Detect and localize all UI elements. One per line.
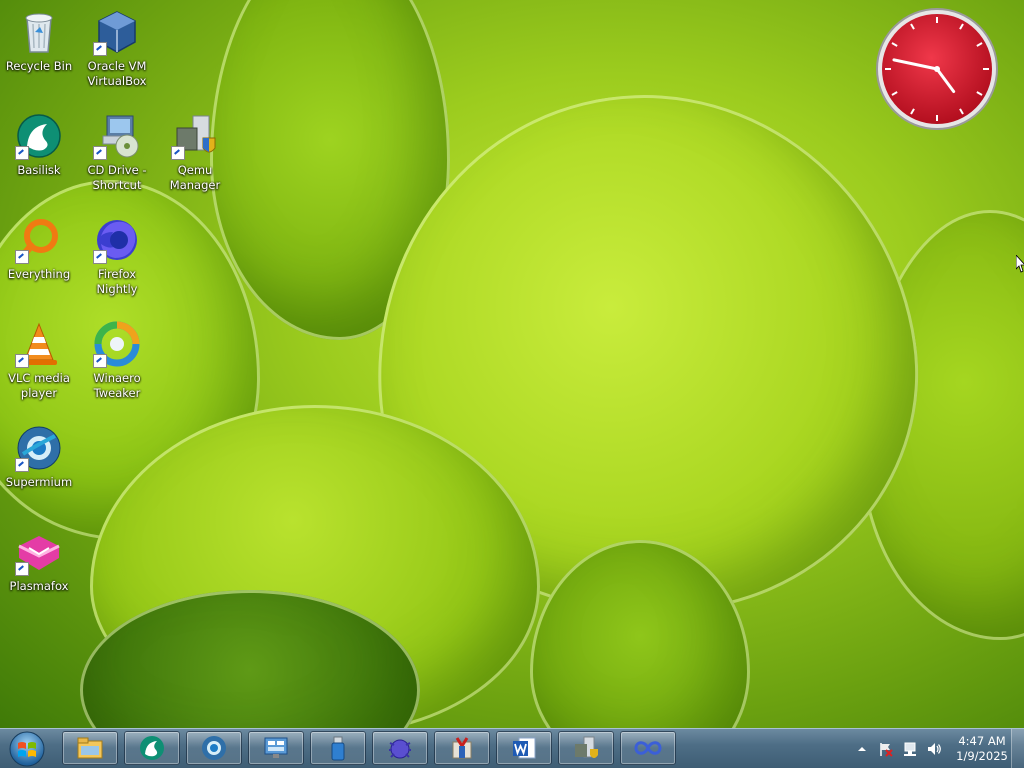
mouse-cursor-icon: [1016, 255, 1024, 273]
virtualbox-icon: [93, 8, 141, 56]
desktop-icon-winaero-tweaker[interactable]: Winaero Tweaker: [79, 320, 155, 401]
icon-label: Supermium: [5, 475, 73, 489]
icon-label: VLC media player: [8, 371, 70, 400]
icon-label: Everything: [7, 267, 71, 281]
icon-label: Recycle Bin: [5, 59, 73, 73]
network-icon[interactable]: [902, 741, 918, 757]
volume-icon[interactable]: [926, 741, 942, 757]
taskbar-supermium-button[interactable]: [186, 731, 242, 765]
package-icon: [452, 737, 472, 759]
shortcut-arrow-icon: [15, 562, 29, 576]
clock-face: [876, 8, 998, 130]
windows-start-orb-icon: [9, 731, 45, 767]
taskbar-basilisk-button[interactable]: [124, 731, 180, 765]
taskbar-control-panel-button[interactable]: [248, 731, 304, 765]
plasmafox-icon: [15, 528, 63, 576]
shortcut-arrow-icon: [93, 250, 107, 264]
desktop-icon-cd-drive[interactable]: CD Drive - Shortcut: [79, 112, 155, 193]
supermium-icon: [202, 736, 226, 760]
basilisk-icon: [140, 736, 164, 760]
shortcut-arrow-icon: [15, 250, 29, 264]
desktop-icon-basilisk[interactable]: Basilisk: [1, 112, 77, 178]
tray-clock[interactable]: 4:47 AM 1/9/2025: [954, 734, 1010, 764]
desktop-wallpaper[interactable]: Recycle Bin Oracle VM VirtualBox Basilis…: [0, 0, 1024, 728]
icon-label: CD Drive - Shortcut: [87, 163, 147, 192]
taskbar-word-button[interactable]: [496, 731, 552, 765]
show-desktop-button[interactable]: [1011, 729, 1024, 769]
desktop-icon-vlc[interactable]: VLC media player: [1, 320, 77, 401]
shortcut-arrow-icon: [93, 42, 107, 56]
firefox-nightly-icon: [93, 216, 141, 264]
shortcut-arrow-icon: [93, 146, 107, 160]
infinity-icon: [634, 741, 662, 755]
show-hidden-icons-arrow-icon[interactable]: [854, 741, 870, 757]
cd-drive-icon: [93, 112, 141, 160]
basilisk-icon: [15, 112, 63, 160]
tray-time-text: 4:47 AM: [958, 734, 1006, 748]
word-icon: [513, 737, 536, 759]
everything-search-icon: [15, 216, 63, 264]
shortcut-arrow-icon: [15, 354, 29, 368]
taskbar-usb-drive-button[interactable]: [310, 731, 366, 765]
start-button[interactable]: [4, 730, 50, 768]
desktop-icon-everything[interactable]: Everything: [1, 216, 77, 282]
shortcut-arrow-icon: [15, 146, 29, 160]
desktop-icon-virtualbox[interactable]: Oracle VM VirtualBox: [79, 8, 155, 89]
supermium-icon: [15, 424, 63, 472]
icon-label: Plasmafox: [9, 579, 69, 593]
desktop-icon-supermium[interactable]: Supermium: [1, 424, 77, 490]
qemu-manager-icon: [171, 112, 219, 160]
icon-label: Basilisk: [17, 163, 61, 177]
shortcut-arrow-icon: [15, 458, 29, 472]
icon-label: Oracle VM VirtualBox: [87, 59, 147, 88]
file-explorer-icon: [77, 737, 103, 759]
taskbar: 4:47 AM 1/9/2025: [0, 728, 1024, 769]
taskbar-qemu-manager-button[interactable]: [558, 731, 614, 765]
icon-label: Winaero Tweaker: [93, 371, 141, 400]
shortcut-arrow-icon: [93, 354, 107, 368]
bug-icon: [389, 739, 411, 759]
icon-label: Qemu Manager: [169, 163, 221, 192]
desktop-icon-qemu-manager[interactable]: Qemu Manager: [157, 112, 233, 193]
control-panel-icon: [264, 737, 288, 758]
icon-label: Firefox Nightly: [96, 267, 138, 296]
taskbar-infinity-button[interactable]: [620, 731, 676, 765]
vlc-icon: [15, 320, 63, 368]
tray-date-text: 1/9/2025: [956, 749, 1008, 763]
clock-gadget[interactable]: [874, 6, 1000, 132]
desktop-icon-firefox-nightly[interactable]: Firefox Nightly: [79, 216, 155, 297]
shortcut-arrow-icon: [171, 146, 185, 160]
desktop-icon-recycle-bin[interactable]: Recycle Bin: [1, 8, 77, 74]
desktop-icon-plasmafox[interactable]: Plasmafox: [1, 528, 77, 594]
winaero-tweaker-icon: [93, 320, 141, 368]
action-center-flag-icon[interactable]: [878, 741, 894, 757]
taskbar-file-explorer-button[interactable]: [62, 731, 118, 765]
usb-drive-icon: [331, 736, 345, 761]
qemu-manager-icon: [575, 736, 598, 758]
taskbar-bug-button[interactable]: [372, 731, 428, 765]
recycle-bin-icon: [15, 8, 63, 56]
taskbar-package-button[interactable]: [434, 731, 490, 765]
system-tray: 4:47 AM 1/9/2025: [846, 729, 1010, 769]
